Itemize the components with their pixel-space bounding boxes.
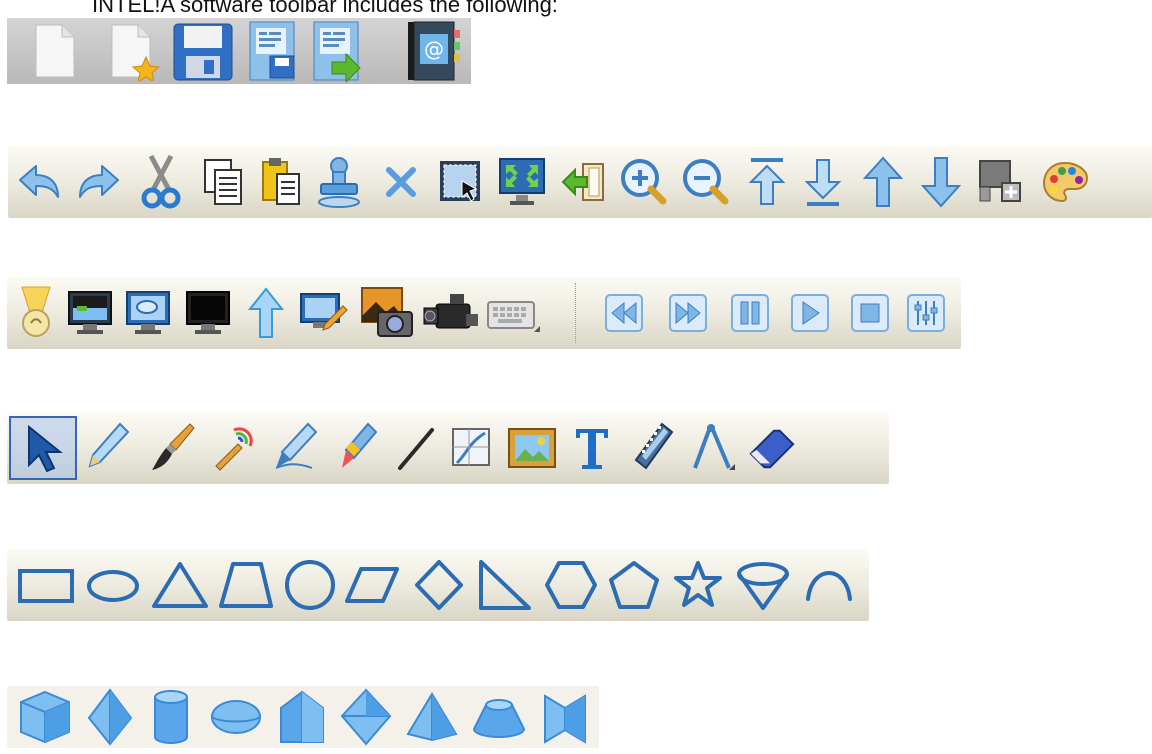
export-notebook-icon[interactable] [303,18,367,84]
solids-toolbar [7,686,599,748]
save-notebook-icon[interactable] [239,18,303,84]
paste-icon[interactable] [256,146,306,218]
zoom-out-icon[interactable] [680,146,730,218]
parallelogram-icon[interactable] [341,549,403,621]
right-triangle-icon[interactable] [473,549,535,621]
frustum-icon[interactable] [467,686,531,748]
octahedron-icon[interactable] [81,686,139,748]
address-book-icon[interactable]: @ [399,18,465,84]
screenshot-camera-icon[interactable] [357,277,417,349]
shapes-toolbar [7,549,869,621]
insert-shape-icon[interactable] [447,412,497,484]
pyramid-icon[interactable] [401,686,463,748]
file-toolbar: @ [7,18,471,84]
undo-icon[interactable] [14,146,64,218]
open-template-icon[interactable] [97,18,167,84]
equalizer-icon[interactable] [901,277,951,349]
arc-icon[interactable] [799,549,859,621]
move-down-icon[interactable] [916,146,966,218]
brush-icon[interactable] [147,412,197,484]
edit-toolbar [8,146,1152,218]
rewind-icon[interactable] [599,277,649,349]
hexagon-icon[interactable] [541,549,601,621]
stop-icon[interactable] [845,277,895,349]
cube-icon[interactable] [13,686,77,748]
upload-arrow-icon[interactable] [241,277,291,349]
presentation-toolbar [7,277,961,349]
new-file-icon[interactable] [11,18,97,84]
pen-icon[interactable] [269,412,319,484]
line-icon[interactable] [391,412,441,484]
prism-icon[interactable] [273,686,331,748]
cylinder-icon[interactable] [143,686,199,748]
back-page-icon[interactable] [558,146,608,218]
video-camera-icon[interactable] [421,277,481,349]
toolbar-separator [575,283,578,343]
cut-scissors-icon[interactable] [136,146,186,218]
triangle-icon[interactable] [147,549,213,621]
folded-prism-icon[interactable] [535,686,595,748]
caption-text: INTEL!A software toolbar includes the fo… [92,0,558,17]
texture-brush-icon[interactable] [207,412,257,484]
move-bottom-icon[interactable] [798,146,848,218]
circle-icon[interactable] [279,549,341,621]
delete-icon[interactable] [376,146,426,218]
screen-annotate-icon[interactable] [299,277,349,349]
crayon-icon[interactable] [331,412,381,484]
select-arrow-icon[interactable] [9,416,77,480]
pentagon-icon[interactable] [605,549,663,621]
color-palette-icon[interactable] [1040,146,1090,218]
text-icon[interactable] [567,412,617,484]
spotlight-icon[interactable] [11,277,61,349]
pencil-icon[interactable] [83,412,133,484]
compass-icon[interactable] [687,412,737,484]
star-icon[interactable] [669,549,727,621]
rectangle-icon[interactable] [13,549,79,621]
move-top-icon[interactable] [742,146,792,218]
stamp-icon[interactable] [314,146,364,218]
film-strip-icon[interactable] [627,412,677,484]
svg-text:@: @ [424,37,444,61]
image-icon[interactable] [507,412,557,484]
save-floppy-icon[interactable] [167,18,239,84]
ellipse-icon[interactable] [81,549,145,621]
redo-icon[interactable] [74,146,124,218]
fast-forward-icon[interactable] [663,277,713,349]
select-area-icon[interactable] [436,146,486,218]
group-icon[interactable] [976,146,1026,218]
copy-icon[interactable] [198,146,248,218]
play-icon[interactable] [785,277,835,349]
zoom-in-icon[interactable] [618,146,668,218]
screen-shade-icon[interactable] [65,277,115,349]
inverted-cone-icon[interactable] [733,549,793,621]
bipyramid-icon[interactable] [335,686,397,748]
drawing-toolbar [7,412,889,484]
move-up-icon[interactable] [858,146,908,218]
keyboard-icon[interactable] [483,277,543,349]
screen-display-icon[interactable] [123,277,173,349]
eraser-icon[interactable] [747,412,797,484]
pause-icon[interactable] [725,277,775,349]
fullscreen-icon[interactable] [498,146,548,218]
trapezoid-icon[interactable] [215,549,277,621]
black-screen-icon[interactable] [183,277,233,349]
flat-ellipsoid-icon[interactable] [205,686,267,748]
diamond-icon[interactable] [411,549,467,621]
